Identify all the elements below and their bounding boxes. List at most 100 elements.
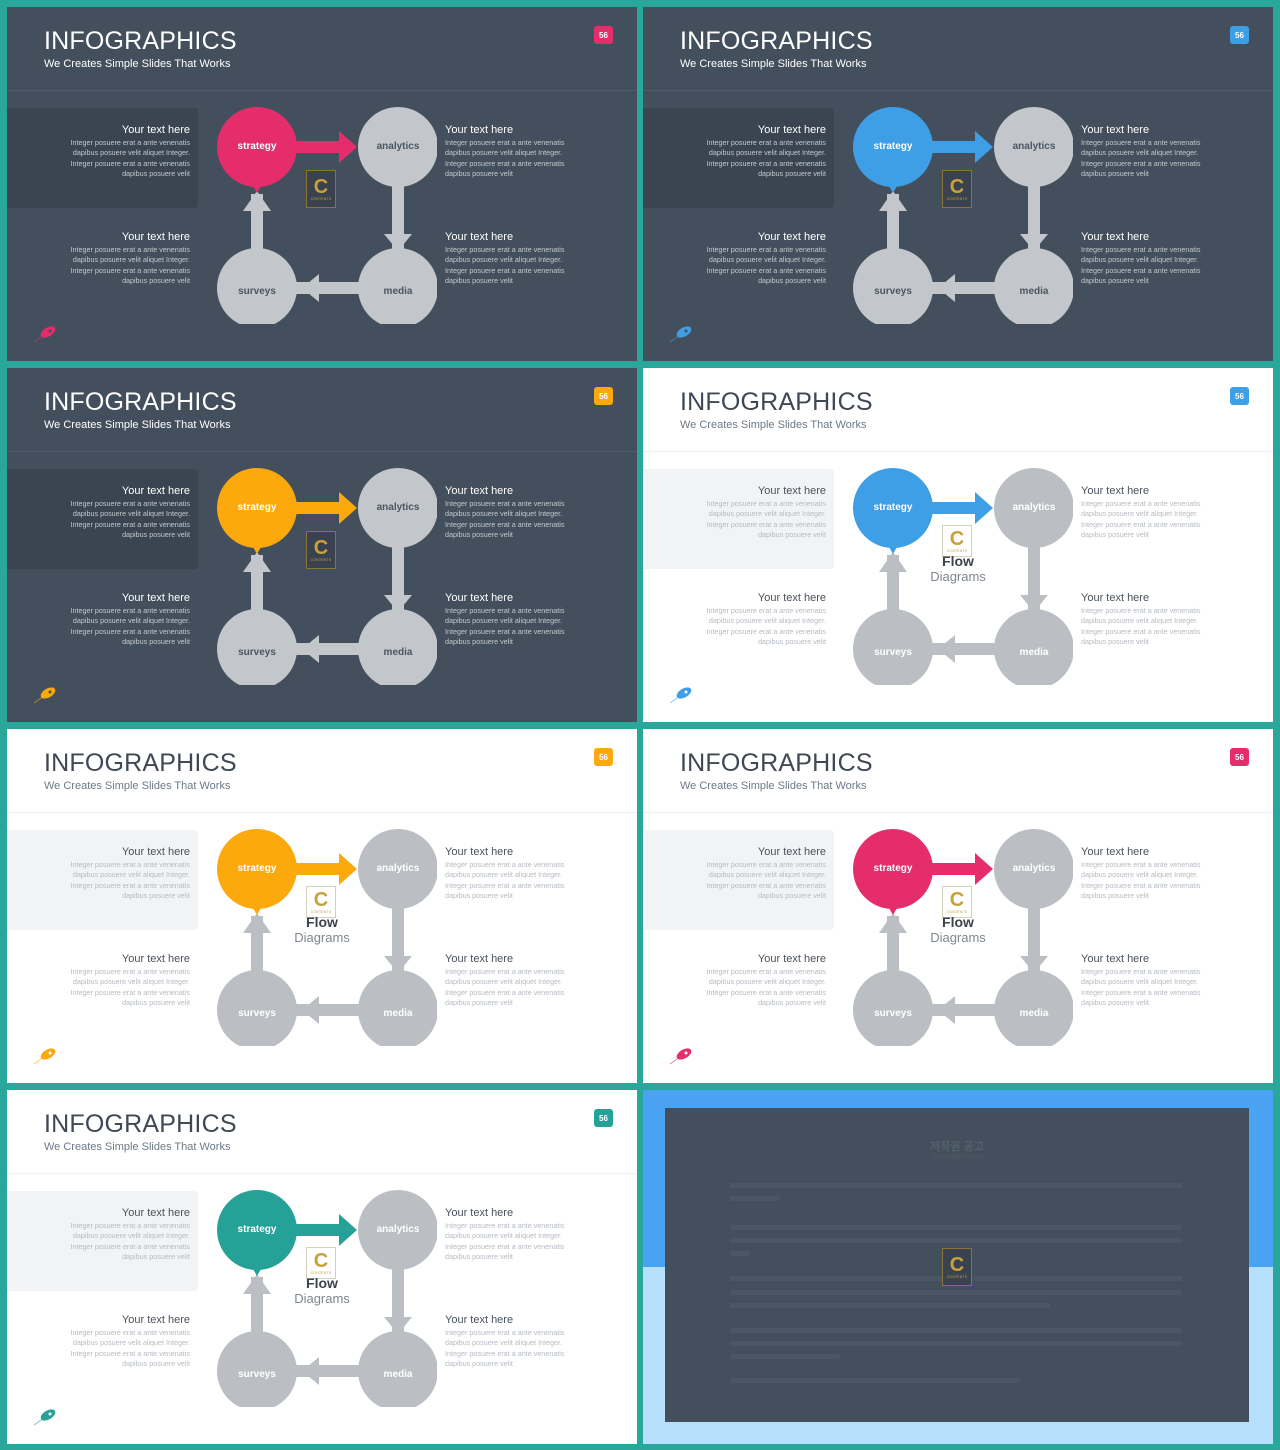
slide-thumbnail-4[interactable]: INFOGRAPHICS We Creates Simple Slides Th… [643,368,1273,722]
node-label-analytics: analytics [376,502,420,513]
slide-title: INFOGRAPHICS [44,27,237,55]
text-block-heading: Your text here [445,1207,514,1219]
center-label-line1: Flow [306,1275,338,1291]
text-block-bottom-left: Your text here Integer posuere erat a an… [40,953,190,1009]
text-block-top-left: Your text here Integer posuere erat a an… [676,846,826,902]
text-block-bottom-right: Your text here Integer posuere erat a an… [445,592,595,648]
text-block-top-left: Your text here Integer posuere erat a an… [40,1207,190,1263]
text-line: Integer posuere erat a ante venenatis [1081,967,1201,976]
copyright-text-line [730,1196,780,1201]
text-block-bottom-right: Your text here Integer posuere erat a an… [1081,592,1231,648]
text-line: dapibus posuere velit aliquet Integer. [1081,255,1199,265]
node-label-media: media [383,1369,413,1380]
text-line: Integer posuere erat a ante venenatis [70,860,190,869]
arrowhead-strategy-to-analytics [339,492,357,524]
text-line: Integer posuere erat a ante venenatis [706,499,826,508]
logo-letter: C [949,889,965,911]
text-block-body: Integer posuere erat a ante venenatis dap… [445,138,595,180]
text-line: Integer posuere erat a ante venenatis [445,606,565,615]
arrowhead-media-to-surveys [302,635,319,663]
text-line: dapibus posuere velit aliquet Integer. [708,977,826,987]
text-block-heading: Your text here [121,231,190,243]
text-line: dapibus posuere velit aliquet Integer. [445,977,563,987]
text-line: dapibus posuere velit aliquet Integer. [72,870,190,880]
text-line: Integer posuere erat a ante venenatis [445,519,565,529]
flow-diagram: strategy analytics media surveys C CONTENTS [207,99,437,324]
text-line: Integer posuere erat a ante venenatis [70,987,190,997]
text-line: dapibus posuere velit aliquet Integer. [445,870,563,880]
text-line: dapibus posuere velit [758,891,826,901]
copyright-text-line [730,1290,1182,1295]
text-line: dapibus posuere velit aliquet Integer. [72,977,190,987]
text-block-body: Integer posuere erat a ante venenatis dap… [676,138,826,180]
rocket-icon [32,1045,58,1067]
text-line: Integer posuere erat a ante venenatis [706,138,826,147]
slide-title: INFOGRAPHICS [680,27,873,55]
text-line: Integer posuere erat a ante venenatis [706,265,826,275]
node-label-analytics: analytics [376,863,420,874]
node-label-analytics: analytics [1012,141,1056,152]
copyright-text-line [730,1303,1050,1308]
text-block-bottom-left: Your text here Integer posuere erat a an… [40,231,190,287]
text-block-heading: Your text here [1081,124,1150,136]
copyright-slide[interactable]: 저작권 공고 Copyright Notice C CONTENTS [643,1090,1273,1444]
text-line: dapibus posuere velit aliquet Integer. [445,148,563,158]
text-line: dapibus posuere velit aliquet Integer. [708,509,826,519]
text-line: dapibus posuere velit [758,276,826,286]
center-label: Flow Diagrams [913,554,1003,585]
arrow-strategy-to-analytics [928,863,983,875]
node-label-strategy: strategy [873,141,913,152]
text-block-heading: Your text here [757,231,826,243]
copyright-text-line [730,1225,1182,1230]
text-block-body: Integer posuere erat a ante venenatis dap… [445,967,595,1009]
contents-logo: C CONTENTS [306,531,336,569]
text-block-bottom-left: Your text here Integer posuere erat a an… [676,592,826,648]
slide-thumbnail-3[interactable]: INFOGRAPHICS We Creates Simple Slides Th… [7,368,637,722]
logo-letter: C [949,176,965,198]
slide-thumbnail-2[interactable]: INFOGRAPHICS We Creates Simple Slides Th… [643,7,1273,361]
text-block-bottom-right: Your text here Integer posuere erat a an… [445,1314,595,1370]
text-block-bottom-left: Your text here Integer posuere erat a an… [676,231,826,287]
rocket-icon [668,1045,694,1067]
text-line: Integer posuere erat a ante venenatis [706,987,826,997]
text-block-bottom-right: Your text here Integer posuere erat a an… [1081,953,1231,1009]
text-line: dapibus posuere velit aliquet Integer. [445,255,563,265]
slide-thumbnail-5[interactable]: INFOGRAPHICS We Creates Simple Slides Th… [7,729,637,1083]
node-label-surveys: surveys [874,647,912,658]
arrowhead-surveys-to-strategy [243,1274,271,1294]
page-number-badge: 56 [1230,387,1249,405]
text-line: Integer posuere erat a ante venenatis [706,860,826,869]
slide-thumbnail-1[interactable]: INFOGRAPHICS We Creates Simple Slides Th… [7,7,637,361]
text-block-top-right: Your text here Integer posuere erat a an… [1081,846,1231,902]
arrowhead-surveys-to-strategy [243,552,271,572]
slide-title: INFOGRAPHICS [44,749,237,777]
arrowhead-surveys-to-strategy [879,913,907,933]
text-line: Integer posuere erat a ante venenatis [70,1221,190,1230]
slide-subtitle: We Creates Simple Slides That Works [44,1141,231,1153]
arrowhead-surveys-to-strategy [879,552,907,572]
node-label-strategy: strategy [873,863,913,874]
text-line: Integer posuere erat a ante venenatis [706,158,826,168]
slide-subtitle: We Creates Simple Slides That Works [680,58,867,70]
header-divider [7,451,637,452]
text-line: Integer posuere erat a ante venenatis [445,1328,565,1337]
node-label-surveys: surveys [874,286,912,297]
text-block-top-left: Your text here Integer posuere erat a an… [40,485,190,541]
slide-thumbnail-7[interactable]: INFOGRAPHICS We Creates Simple Slides Th… [7,1090,637,1444]
slide-title: INFOGRAPHICS [680,749,873,777]
slide-subtitle: We Creates Simple Slides That Works [680,780,867,792]
copyright-text-line [730,1238,1182,1243]
slide-subtitle: We Creates Simple Slides That Works [44,419,231,431]
text-block-heading: Your text here [757,485,826,497]
text-line: dapibus posuere velit aliquet Integer. [445,1338,563,1348]
slide-thumbnail-6[interactable]: INFOGRAPHICS We Creates Simple Slides Th… [643,729,1273,1083]
text-line: Integer posuere erat a ante venenatis [1081,138,1201,147]
text-line: Integer posuere erat a ante venenatis [70,245,190,254]
page-number-badge: 56 [594,1109,613,1127]
text-line: Integer posuere erat a ante venenatis [70,158,190,168]
text-line: Integer posuere erat a ante venenatis [1081,606,1201,615]
text-line: dapibus posuere velit [122,1252,190,1262]
text-line: dapibus posuere velit aliquet Integer. [708,870,826,880]
arrow-strategy-to-analytics [928,502,983,514]
flow-diagram: strategy analytics media surveys C CONTENTS [843,99,1073,324]
